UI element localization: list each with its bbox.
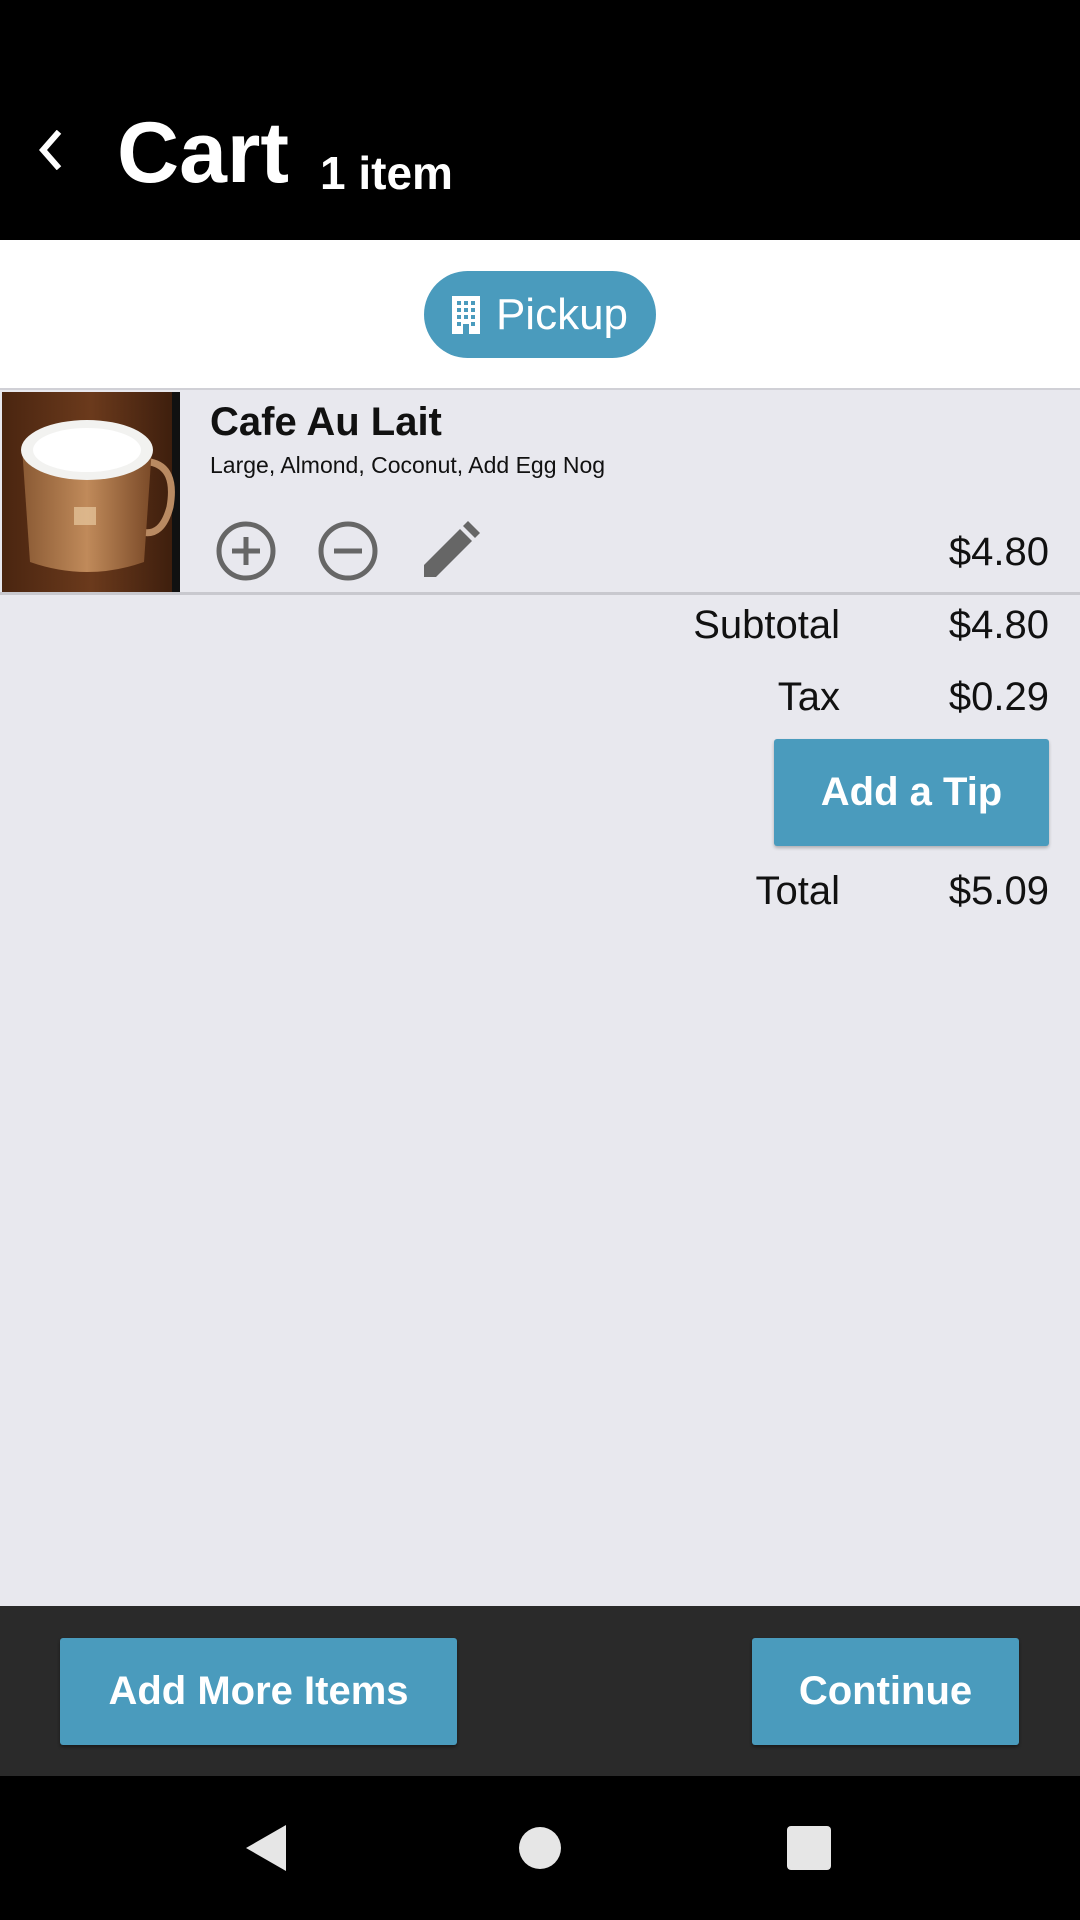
- minus-circle-icon: [318, 521, 378, 581]
- tax-label: Tax: [777, 675, 840, 719]
- add-tip-button[interactable]: Add a Tip: [774, 739, 1049, 846]
- cart-item[interactable]: Cafe Au Lait Large, Almond, Coconut, Add…: [0, 390, 1080, 595]
- app-header: Cart 1 item: [0, 0, 1080, 240]
- system-back-button[interactable]: [237, 1818, 297, 1878]
- item-image: [2, 392, 180, 592]
- decrease-quantity-button[interactable]: [315, 518, 381, 584]
- triangle-back-icon: [246, 1825, 286, 1871]
- circle-home-icon: [519, 1827, 561, 1869]
- subtotal-value: $4.80: [948, 603, 1049, 647]
- order-mode-bar: Pickup: [0, 240, 1080, 390]
- total-label: Total: [755, 869, 841, 913]
- page-title: Cart: [117, 105, 290, 201]
- building-icon: [451, 295, 480, 334]
- pencil-icon: [424, 521, 480, 577]
- pickup-button[interactable]: Pickup: [424, 271, 656, 358]
- item-name: Cafe Au Lait: [210, 400, 442, 444]
- add-more-items-button[interactable]: Add More Items: [60, 1638, 457, 1745]
- chevron-left-icon: [39, 130, 62, 170]
- cart-item-count: 1 item: [320, 147, 453, 199]
- edit-item-button[interactable]: [417, 518, 483, 584]
- tax-value: $0.29: [948, 675, 1049, 719]
- coffee-cup-image: [2, 392, 180, 592]
- item-options: Large, Almond, Coconut, Add Egg Nog: [210, 452, 606, 478]
- increase-quantity-button[interactable]: [213, 518, 279, 584]
- tax-row: Tax $0.29: [549, 672, 1049, 722]
- back-button[interactable]: [28, 120, 72, 180]
- system-recents-button[interactable]: [779, 1818, 839, 1878]
- pickup-label: Pickup: [495, 289, 629, 339]
- system-navigation-bar: [0, 1776, 1080, 1920]
- total-row: Total $5.09: [549, 866, 1050, 916]
- square-recents-icon: [787, 1826, 831, 1870]
- total-value: $5.09: [948, 869, 1049, 913]
- footer-action-bar: Add More Items Continue: [0, 1606, 1080, 1776]
- continue-button[interactable]: Continue: [752, 1638, 1019, 1745]
- plus-circle-icon: [216, 521, 276, 581]
- subtotal-label: Subtotal: [693, 603, 840, 647]
- item-price: $4.80: [948, 530, 1049, 574]
- system-home-button[interactable]: [510, 1818, 570, 1878]
- subtotal-row: Subtotal $4.80: [549, 600, 1049, 650]
